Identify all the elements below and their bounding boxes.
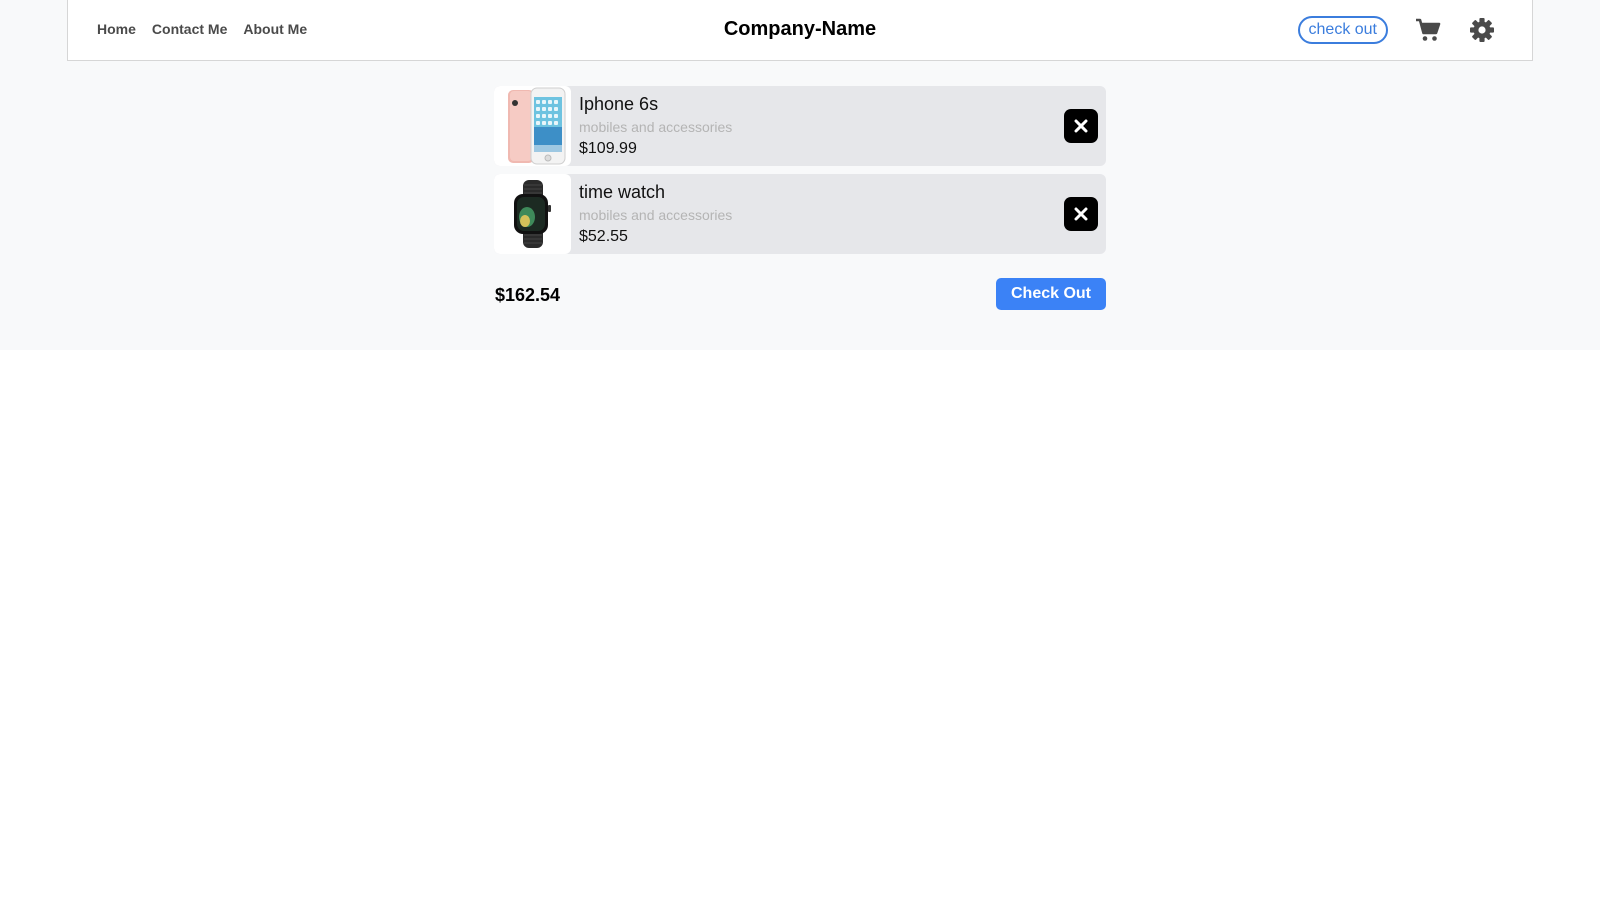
cart-item: time watch mobiles and accessories $52.5… — [494, 174, 1106, 254]
item-category: mobiles and accessories — [579, 119, 733, 135]
remove-item-button[interactable] — [1064, 109, 1098, 143]
cart-total: $162.54 — [495, 285, 561, 305]
cart-summary: $162.54 Check Out — [494, 278, 1106, 310]
close-icon — [1074, 119, 1088, 133]
remove-item-button[interactable] — [1064, 197, 1098, 231]
cart-list: Iphone 6s mobiles and accessories $109.9… — [494, 86, 1106, 262]
item-info: time watch mobiles and accessories $52.5… — [579, 182, 732, 246]
item-name: time watch — [579, 182, 666, 202]
checkout-button[interactable]: Check Out — [996, 278, 1106, 310]
iphone-image — [494, 86, 571, 166]
gear-icon[interactable] — [1468, 16, 1496, 44]
nav-actions: check out — [1297, 16, 1496, 44]
item-price: $52.55 — [579, 228, 628, 245]
item-category: mobiles and accessories — [579, 207, 733, 223]
checkout-pill-button[interactable]: check out — [1297, 16, 1388, 44]
close-icon — [1074, 207, 1088, 221]
item-name: Iphone 6s — [579, 94, 659, 114]
smartwatch-image — [494, 174, 571, 254]
cart-icon[interactable] — [1414, 16, 1442, 44]
item-price: $109.99 — [579, 140, 637, 157]
navbar: Home Contact Me About Me Company-Name ch… — [67, 0, 1533, 61]
cart-item: Iphone 6s mobiles and accessories $109.9… — [494, 86, 1106, 166]
item-info: Iphone 6s mobiles and accessories $109.9… — [579, 94, 732, 158]
